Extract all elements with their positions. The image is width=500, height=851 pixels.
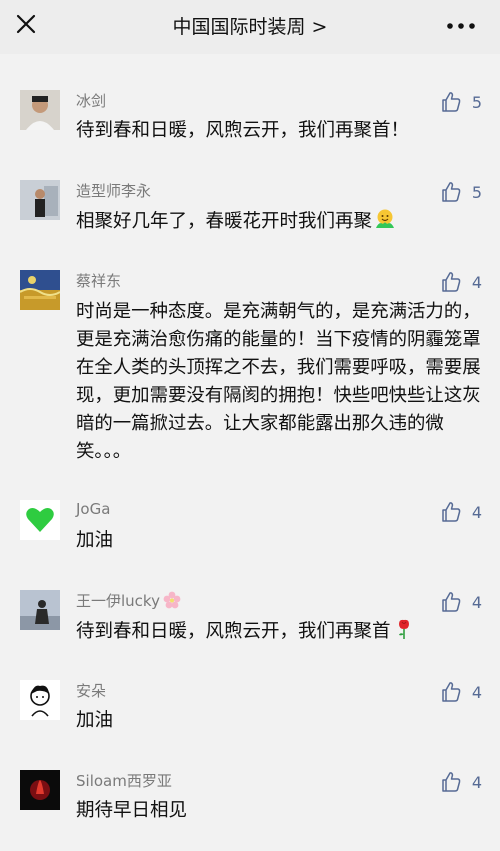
avatar[interactable] — [20, 680, 60, 720]
commenter-name-text: 王一伊lucky — [76, 592, 160, 610]
like-count: 4 — [471, 592, 482, 612]
thumbs-up-icon — [442, 272, 461, 292]
comment-text: 加油 — [76, 710, 114, 731]
avatar[interactable] — [20, 770, 60, 810]
hugging-face-emoji — [374, 208, 396, 230]
like-count: 5 — [471, 182, 482, 202]
thumbs-up-icon — [442, 92, 461, 112]
comment-text: 时尚是一种态度。是充满朝气的，是充满活力的，更是充满治愈伤痛的能量的！当下疫情的… — [76, 301, 481, 462]
comment-text-content: 待到春和日暖，风煦云开，我们再聚首 — [76, 621, 391, 642]
avatar[interactable] — [20, 500, 60, 540]
top-bar: 中国国际时装周 > — [0, 0, 500, 54]
like-count: 4 — [471, 272, 482, 292]
comment-text-content: 相聚好几年了，春暖花开时我们再聚 — [76, 211, 373, 232]
like-button[interactable]: 4 — [440, 270, 482, 294]
comment-text: 相聚好几年了，春暖花开时我们再聚 — [76, 208, 486, 235]
avatar[interactable] — [20, 590, 60, 630]
like-count: 4 — [471, 682, 482, 702]
comment-text: 待到春和日暖，风煦云开，我们再聚首 — [76, 618, 486, 645]
avatar[interactable] — [20, 90, 60, 130]
commenter-name[interactable]: 安朵 — [76, 680, 106, 701]
thumbs-up-icon — [442, 182, 461, 202]
like-button[interactable]: 4 — [440, 770, 482, 794]
commenter-name[interactable]: 蔡祥东 — [76, 270, 121, 291]
like-count: 4 — [471, 772, 482, 792]
like-count: 5 — [471, 92, 482, 112]
thumbs-up-icon — [442, 772, 461, 792]
cherry-blossom-emoji — [162, 590, 182, 610]
comment-text: 期待早日相见 — [76, 800, 188, 821]
commenter-name[interactable]: 冰剑 — [76, 90, 106, 111]
avatar[interactable] — [20, 270, 60, 310]
thumbs-up-icon — [442, 502, 461, 522]
like-count: 4 — [471, 502, 482, 522]
thumbs-up-icon — [442, 592, 461, 612]
like-button[interactable]: 4 — [440, 500, 482, 524]
commenter-name[interactable]: Siloam西罗亚 — [76, 770, 172, 791]
like-button[interactable]: 5 — [440, 180, 482, 204]
commenter-name[interactable]: JoGa — [76, 500, 110, 518]
like-button[interactable]: 5 — [440, 90, 482, 114]
commenter-name[interactable]: 造型师李永 — [76, 180, 151, 201]
more-icon[interactable] — [444, 16, 478, 36]
comment-text: 待到春和日暖，风煦云开，我们再聚首！ — [76, 120, 410, 141]
page-title[interactable]: 中国国际时装周 > — [0, 12, 500, 39]
rose-emoji — [393, 618, 415, 640]
avatar[interactable] — [20, 180, 60, 220]
thumbs-up-icon — [442, 682, 461, 702]
like-button[interactable]: 4 — [440, 590, 482, 614]
commenter-name[interactable]: 王一伊lucky — [76, 590, 182, 611]
comment-text: 加油 — [76, 530, 114, 551]
comment-list: 冰剑 5 待到春和日暖，风煦云开，我们再聚首！ 造型师李永 5 相聚好几年了，春… — [0, 54, 500, 851]
like-button[interactable]: 4 — [440, 680, 482, 704]
